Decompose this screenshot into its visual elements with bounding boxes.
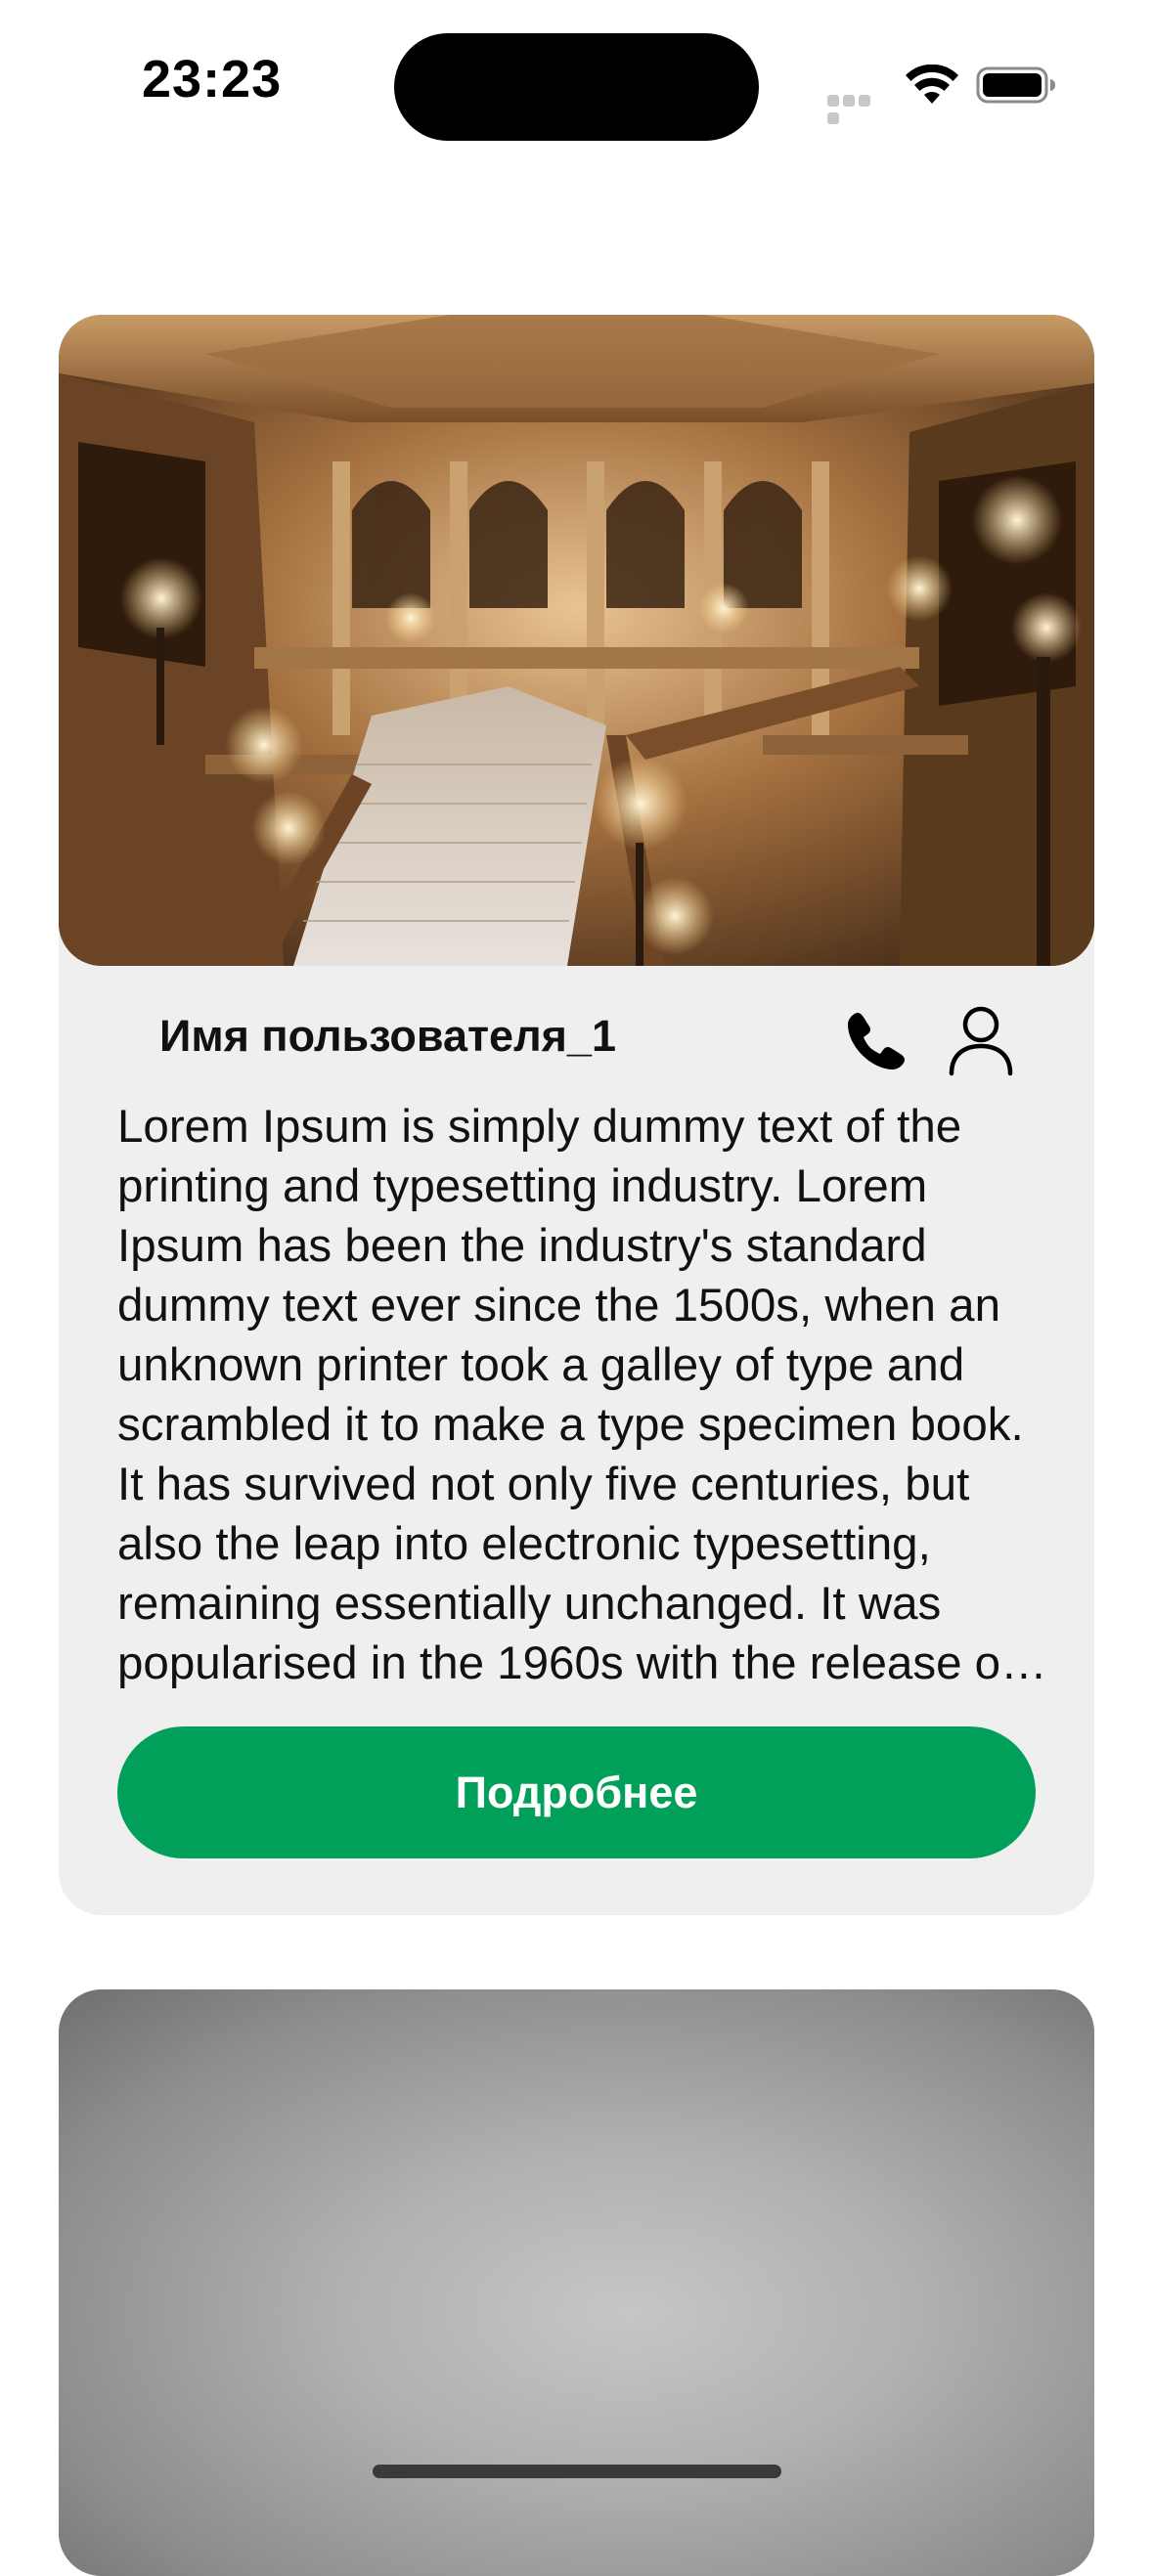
wifi-icon — [906, 65, 958, 104]
post-card: Имя пользователя_1 Lorem Ipsum is simply… — [59, 315, 1094, 1915]
phone-icon[interactable] — [844, 1009, 909, 1073]
home-indicator[interactable] — [373, 2465, 781, 2478]
post-card — [59, 1989, 1094, 2576]
cellular-signal-icon — [827, 94, 888, 124]
person-icon[interactable] — [946, 1003, 1016, 1077]
username-label: Имя пользователя_1 — [159, 1011, 616, 1061]
card-description: Lorem Ipsum is simply dummy text of the … — [117, 1101, 1024, 1689]
more-details-button[interactable]: Подробнее — [117, 1726, 1036, 1858]
dynamic-island — [394, 33, 759, 141]
card-image — [59, 1989, 1094, 2576]
status-time: 23:23 — [142, 50, 283, 109]
status-bar: 23:23 — [0, 0, 1153, 166]
battery-icon — [976, 66, 1055, 104]
card-image — [59, 315, 1094, 966]
